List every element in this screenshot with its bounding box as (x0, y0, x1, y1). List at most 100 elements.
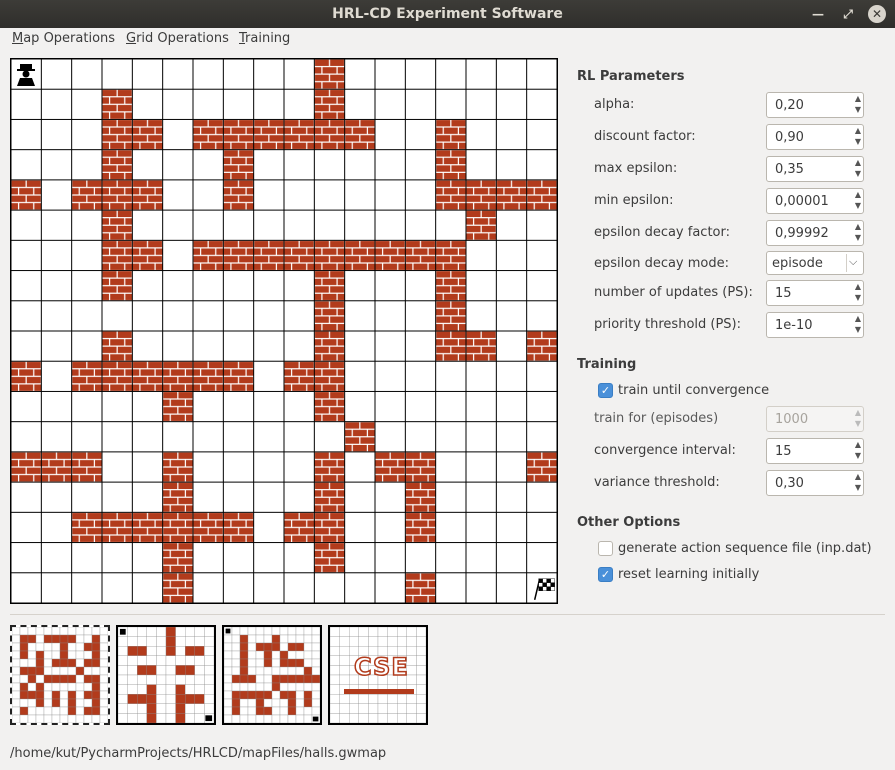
spin-down-icon[interactable]: ▼ (855, 169, 861, 178)
empty-cell[interactable] (163, 271, 193, 301)
max-epsilon-spinbox[interactable]: 0,35 ▲ ▼ (766, 156, 864, 182)
empty-cell[interactable] (496, 271, 527, 301)
empty-cell[interactable] (223, 543, 254, 573)
wall-cell[interactable] (436, 240, 466, 271)
wall-cell[interactable] (132, 180, 163, 210)
empty-cell[interactable] (314, 180, 345, 210)
empty-cell[interactable] (41, 482, 72, 512)
empty-cell[interactable] (527, 240, 557, 271)
wall-cell[interactable] (163, 512, 193, 543)
empty-cell[interactable] (72, 89, 102, 119)
wall-cell[interactable] (314, 331, 345, 361)
empty-cell[interactable] (72, 543, 102, 573)
wall-cell[interactable] (102, 89, 132, 119)
wall-cell[interactable] (314, 59, 345, 89)
empty-cell[interactable] (405, 422, 436, 452)
empty-cell[interactable] (466, 361, 496, 391)
spin-up-icon[interactable]: ▲ (855, 472, 861, 481)
empty-cell[interactable] (223, 271, 254, 301)
empty-cell[interactable] (284, 271, 314, 301)
empty-cell[interactable] (375, 271, 405, 301)
empty-cell[interactable] (193, 452, 223, 482)
empty-cell[interactable] (193, 573, 223, 603)
menu-grid-operations[interactable]: Grid Operations (126, 31, 229, 46)
empty-cell[interactable] (405, 150, 436, 180)
wall-cell[interactable] (223, 180, 254, 210)
epsilon-decay-spinbox[interactable]: 0,99992 ▲ ▼ (766, 220, 864, 246)
empty-cell[interactable] (102, 422, 132, 452)
wall-cell[interactable] (466, 210, 496, 240)
empty-cell[interactable] (375, 331, 405, 361)
wall-cell[interactable] (223, 119, 254, 150)
empty-cell[interactable] (193, 210, 223, 240)
empty-cell[interactable] (284, 422, 314, 452)
empty-cell[interactable] (163, 422, 193, 452)
empty-cell[interactable] (254, 512, 284, 543)
empty-cell[interactable] (345, 59, 375, 89)
empty-cell[interactable] (41, 59, 72, 89)
empty-cell[interactable] (72, 150, 102, 180)
wall-cell[interactable] (375, 452, 405, 482)
empty-cell[interactable] (375, 119, 405, 150)
empty-cell[interactable] (314, 422, 345, 452)
empty-cell[interactable] (375, 301, 405, 331)
empty-cell[interactable] (11, 240, 41, 271)
empty-cell[interactable] (254, 301, 284, 331)
empty-cell[interactable] (314, 573, 345, 603)
empty-cell[interactable] (132, 573, 163, 603)
empty-cell[interactable] (254, 422, 284, 452)
empty-cell[interactable] (254, 150, 284, 180)
empty-cell[interactable] (72, 240, 102, 271)
empty-cell[interactable] (436, 512, 466, 543)
empty-cell[interactable] (132, 331, 163, 361)
empty-cell[interactable] (466, 89, 496, 119)
empty-cell[interactable] (163, 301, 193, 331)
empty-cell[interactable] (132, 271, 163, 301)
empty-cell[interactable] (11, 89, 41, 119)
empty-cell[interactable] (193, 422, 223, 452)
wall-cell[interactable] (405, 573, 436, 603)
empty-cell[interactable] (405, 331, 436, 361)
wall-cell[interactable] (345, 119, 375, 150)
wall-cell[interactable] (314, 452, 345, 482)
wall-cell[interactable] (132, 240, 163, 271)
empty-cell[interactable] (132, 210, 163, 240)
empty-cell[interactable] (436, 573, 466, 603)
wall-cell[interactable] (527, 452, 557, 482)
empty-cell[interactable] (466, 59, 496, 89)
empty-cell[interactable] (345, 543, 375, 573)
wall-cell[interactable] (163, 391, 193, 422)
empty-cell[interactable] (284, 210, 314, 240)
empty-cell[interactable] (496, 573, 527, 603)
variance-threshold-spinbox[interactable]: 0,30 ▲ ▼ (766, 470, 864, 496)
empty-cell[interactable] (466, 422, 496, 452)
wall-cell[interactable] (375, 240, 405, 271)
wall-cell[interactable] (284, 240, 314, 271)
empty-cell[interactable] (527, 271, 557, 301)
empty-cell[interactable] (496, 119, 527, 150)
empty-cell[interactable] (496, 482, 527, 512)
empty-cell[interactable] (405, 301, 436, 331)
empty-cell[interactable] (375, 180, 405, 210)
empty-cell[interactable] (254, 271, 284, 301)
empty-cell[interactable] (254, 361, 284, 391)
wall-cell[interactable] (436, 301, 466, 331)
wall-cell[interactable] (102, 271, 132, 301)
empty-cell[interactable] (223, 301, 254, 331)
wall-cell[interactable] (405, 452, 436, 482)
restore-icon[interactable]: ⤢ (838, 4, 858, 24)
wall-cell[interactable] (314, 240, 345, 271)
wall-cell[interactable] (193, 512, 223, 543)
empty-cell[interactable] (345, 150, 375, 180)
empty-cell[interactable] (102, 301, 132, 331)
empty-cell[interactable] (284, 180, 314, 210)
wall-cell[interactable] (163, 361, 193, 391)
empty-cell[interactable] (436, 89, 466, 119)
spin-up-icon[interactable]: ▲ (855, 440, 861, 449)
empty-cell[interactable] (527, 301, 557, 331)
wall-cell[interactable] (132, 361, 163, 391)
spin-up-icon[interactable]: ▲ (855, 222, 861, 231)
empty-cell[interactable] (193, 482, 223, 512)
empty-cell[interactable] (284, 482, 314, 512)
empty-cell[interactable] (41, 301, 72, 331)
